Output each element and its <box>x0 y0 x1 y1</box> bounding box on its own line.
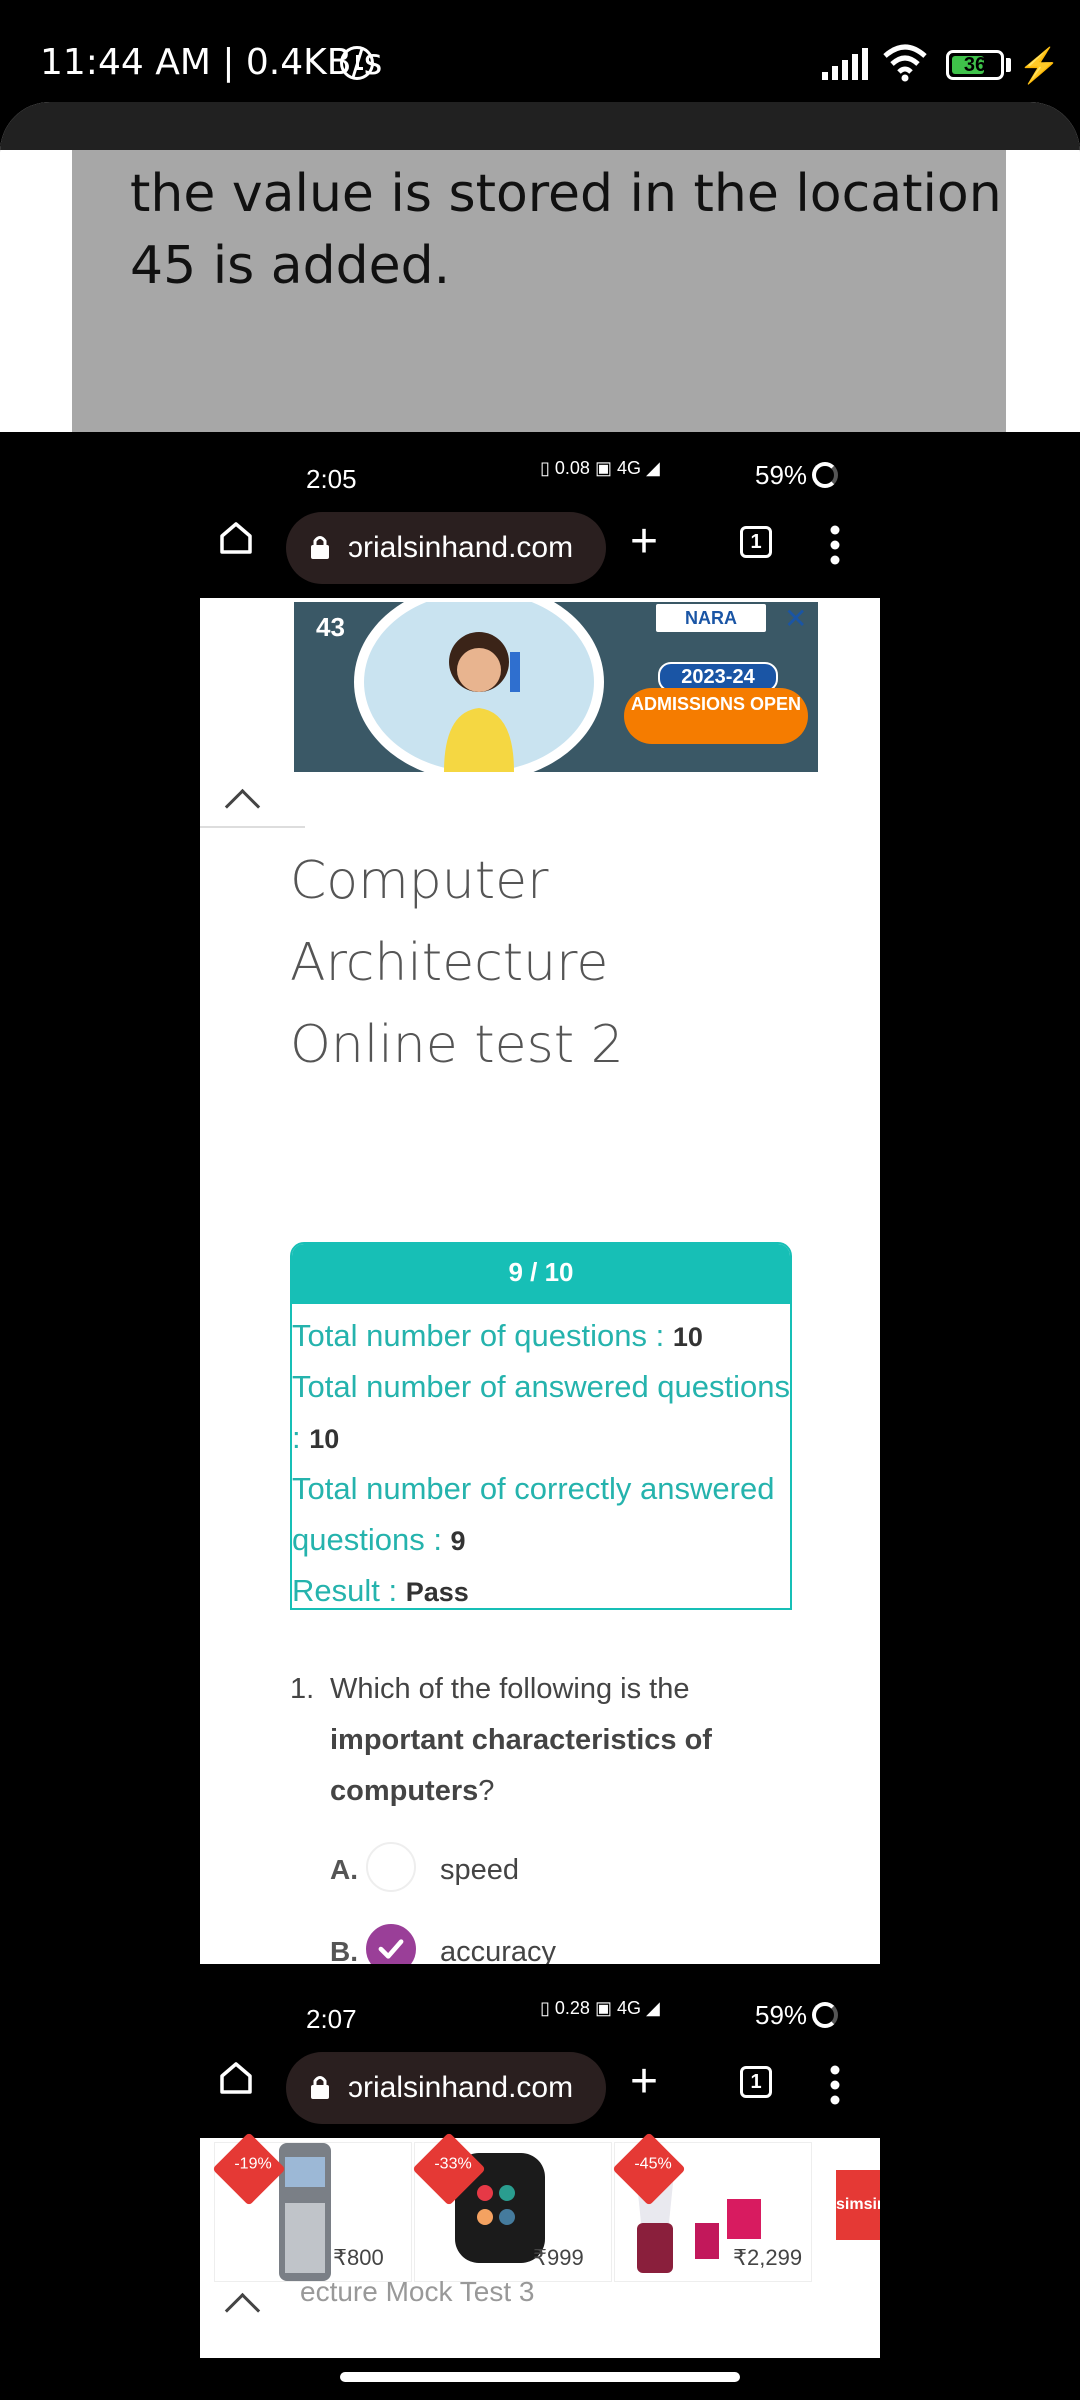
address-bar[interactable]: ɔrialsinhand.com <box>286 512 606 584</box>
tab-switcher-button[interactable]: 1 <box>740 526 772 558</box>
new-tab-icon[interactable]: + <box>630 2056 658 2108</box>
inner-battery-percent: 59% <box>755 2000 808 2030</box>
vibrate-icon: ▯ <box>540 1998 555 2018</box>
collapse-ad-button[interactable] <box>200 782 305 828</box>
result-value: Pass <box>405 1577 469 1607</box>
battery-percent: 36 <box>963 54 987 76</box>
result-line-total: Total number of questions : 10 <box>292 1310 790 1363</box>
page-title: Computer Architecture Online test 2 <box>290 851 624 1075</box>
battery-ring-icon <box>812 462 838 488</box>
question-suffix: ? <box>478 1775 495 1807</box>
volte-icon: ▣ <box>594 458 617 478</box>
option-b-radio[interactable] <box>366 1924 416 1964</box>
ad-banner[interactable]: 43 NARA ✕ 2023-24 ADMISSIONS OPEN <box>294 602 818 772</box>
volte-icon: ▣ <box>594 1998 617 2018</box>
product-card[interactable]: -33% ₹999 <box>412 2132 612 2282</box>
chevron-up-icon <box>224 2292 261 2329</box>
option-b-letter: B. <box>330 1936 358 1964</box>
battery-icon: 36 <box>946 50 1004 80</box>
inner-status-time: 2:05 <box>306 464 357 494</box>
result-line-answered: Total number of answered questions : 10 <box>292 1361 790 1465</box>
ad-girl-image <box>444 632 520 772</box>
ad-brand-logo: NARA <box>656 604 766 632</box>
lock-icon <box>311 536 329 559</box>
signal-icon: ◢ <box>641 1998 660 2018</box>
net-speed: 0.28 <box>554 1998 590 2018</box>
browser-toolbar: ɔrialsinhand.com + 1 <box>200 498 880 598</box>
result-value: 10 <box>672 1322 703 1352</box>
inner-status-time: 2:07 <box>306 2004 357 2034</box>
option-a-text[interactable]: speed <box>440 1854 519 1887</box>
product-card[interactable]: -45% ₹2,299 <box>612 2132 812 2282</box>
result-label: Total number of correctly answered quest… <box>292 1471 775 1557</box>
wifi-icon <box>883 44 927 82</box>
home-icon[interactable] <box>216 2058 256 2098</box>
product-carousel: -19% ₹800 -33% ₹999 -45% ₹2,299 simsir <box>212 2132 880 2282</box>
net-speed: 0.08 <box>554 458 590 478</box>
signal-icon <box>822 48 868 80</box>
address-bar[interactable]: ɔrialsinhand.com <box>286 2052 606 2124</box>
status-bar: 11:44 AM | 0.4KB/s 36 ⚡ <box>0 0 1080 100</box>
brand-tile[interactable]: simsir <box>836 2170 880 2240</box>
product-price: ₹800 <box>333 2245 384 2270</box>
result-label: Total number of questions : <box>292 1318 673 1353</box>
explanation-text: the value is stored in the location 45 i… <box>130 164 1002 296</box>
inner-status-network: ▯ 0.08 ▣ 4G ◢ <box>540 458 660 479</box>
product-card[interactable]: -19% ₹800 <box>212 2132 412 2282</box>
network-type: 4G <box>616 1998 641 2018</box>
alarm-icon <box>340 46 374 80</box>
browser-screenshot-1: 2:05 ▯ 0.08 ▣ 4G ◢ 59% ɔrialsinhand.com … <box>200 436 880 1964</box>
ad-cta-button[interactable]: ADMISSIONS OPEN <box>624 688 808 744</box>
option-a-radio[interactable] <box>366 1842 416 1892</box>
question-emphasis: important characteristics of computers <box>330 1724 712 1807</box>
partial-heading: ecture Mock Test 3 <box>300 2276 535 2307</box>
screenshot-sheet-top: the value is stored in the location 45 i… <box>0 102 1080 432</box>
result-card: 9 / 10 Total number of questions : 10 To… <box>290 1242 792 1610</box>
vibrate-icon: ▯ <box>540 458 555 478</box>
signal-icon: ◢ <box>641 458 660 478</box>
question-prefix: Which of the following is the <box>330 1673 690 1705</box>
option-a-letter: A. <box>330 1854 358 1885</box>
browser-toolbar: ɔrialsinhand.com + 1 <box>200 2038 880 2138</box>
score-header: 9 / 10 <box>292 1244 790 1304</box>
browser-screenshot-2: 2:07 ▯ 0.28 ▣ 4G ◢ 59% ɔrialsinhand.com … <box>200 1976 880 2358</box>
ad-years-badge: 43 <box>316 612 345 642</box>
option-b-text[interactable]: accuracy <box>440 1936 556 1964</box>
question-text: Which of the following is the important … <box>330 1664 750 1817</box>
gesture-nav-bar[interactable] <box>340 2372 740 2382</box>
ad-close-icon[interactable]: ✕ <box>784 602 807 635</box>
battery-ring-icon <box>812 2002 838 2028</box>
network-type: 4G <box>616 458 641 478</box>
home-icon[interactable] <box>216 518 256 558</box>
result-line-correct: Total number of correctly answered quest… <box>292 1463 790 1567</box>
result-label: Total number of answered questions : <box>292 1369 791 1455</box>
result-line-status: Result : Pass <box>292 1565 790 1618</box>
result-value: 9 <box>450 1526 466 1556</box>
product-price: ₹999 <box>533 2245 584 2270</box>
url-text: ɔrialsinhand.com <box>348 531 574 564</box>
chevron-up-icon <box>224 788 261 825</box>
inner-status-network: ▯ 0.28 ▣ 4G ◢ <box>540 1998 660 2019</box>
new-tab-icon[interactable]: + <box>630 516 658 568</box>
battery-nub <box>1006 58 1011 72</box>
explanation-card: the value is stored in the location 45 i… <box>72 150 1006 432</box>
sheet-header-strip <box>0 102 1080 150</box>
more-menu-icon[interactable] <box>830 2060 840 2110</box>
question-number: 1. <box>290 1673 315 1705</box>
inner-battery-percent: 59% <box>755 460 808 490</box>
more-menu-icon[interactable] <box>830 520 840 570</box>
phone-image <box>279 2143 331 2281</box>
collapse-ad-button[interactable] <box>200 2286 305 2330</box>
result-label: Result : <box>292 1573 406 1608</box>
tab-switcher-button[interactable]: 1 <box>740 2066 772 2098</box>
status-time: 11:44 AM | 0.4KB/s <box>40 42 383 83</box>
lock-icon <box>311 2076 329 2099</box>
product-price: ₹2,299 <box>733 2245 803 2270</box>
check-icon <box>378 1939 404 1959</box>
charging-bolt-icon: ⚡ <box>1018 47 1061 85</box>
url-text: ɔrialsinhand.com <box>348 2071 574 2104</box>
result-value: 10 <box>309 1424 340 1454</box>
